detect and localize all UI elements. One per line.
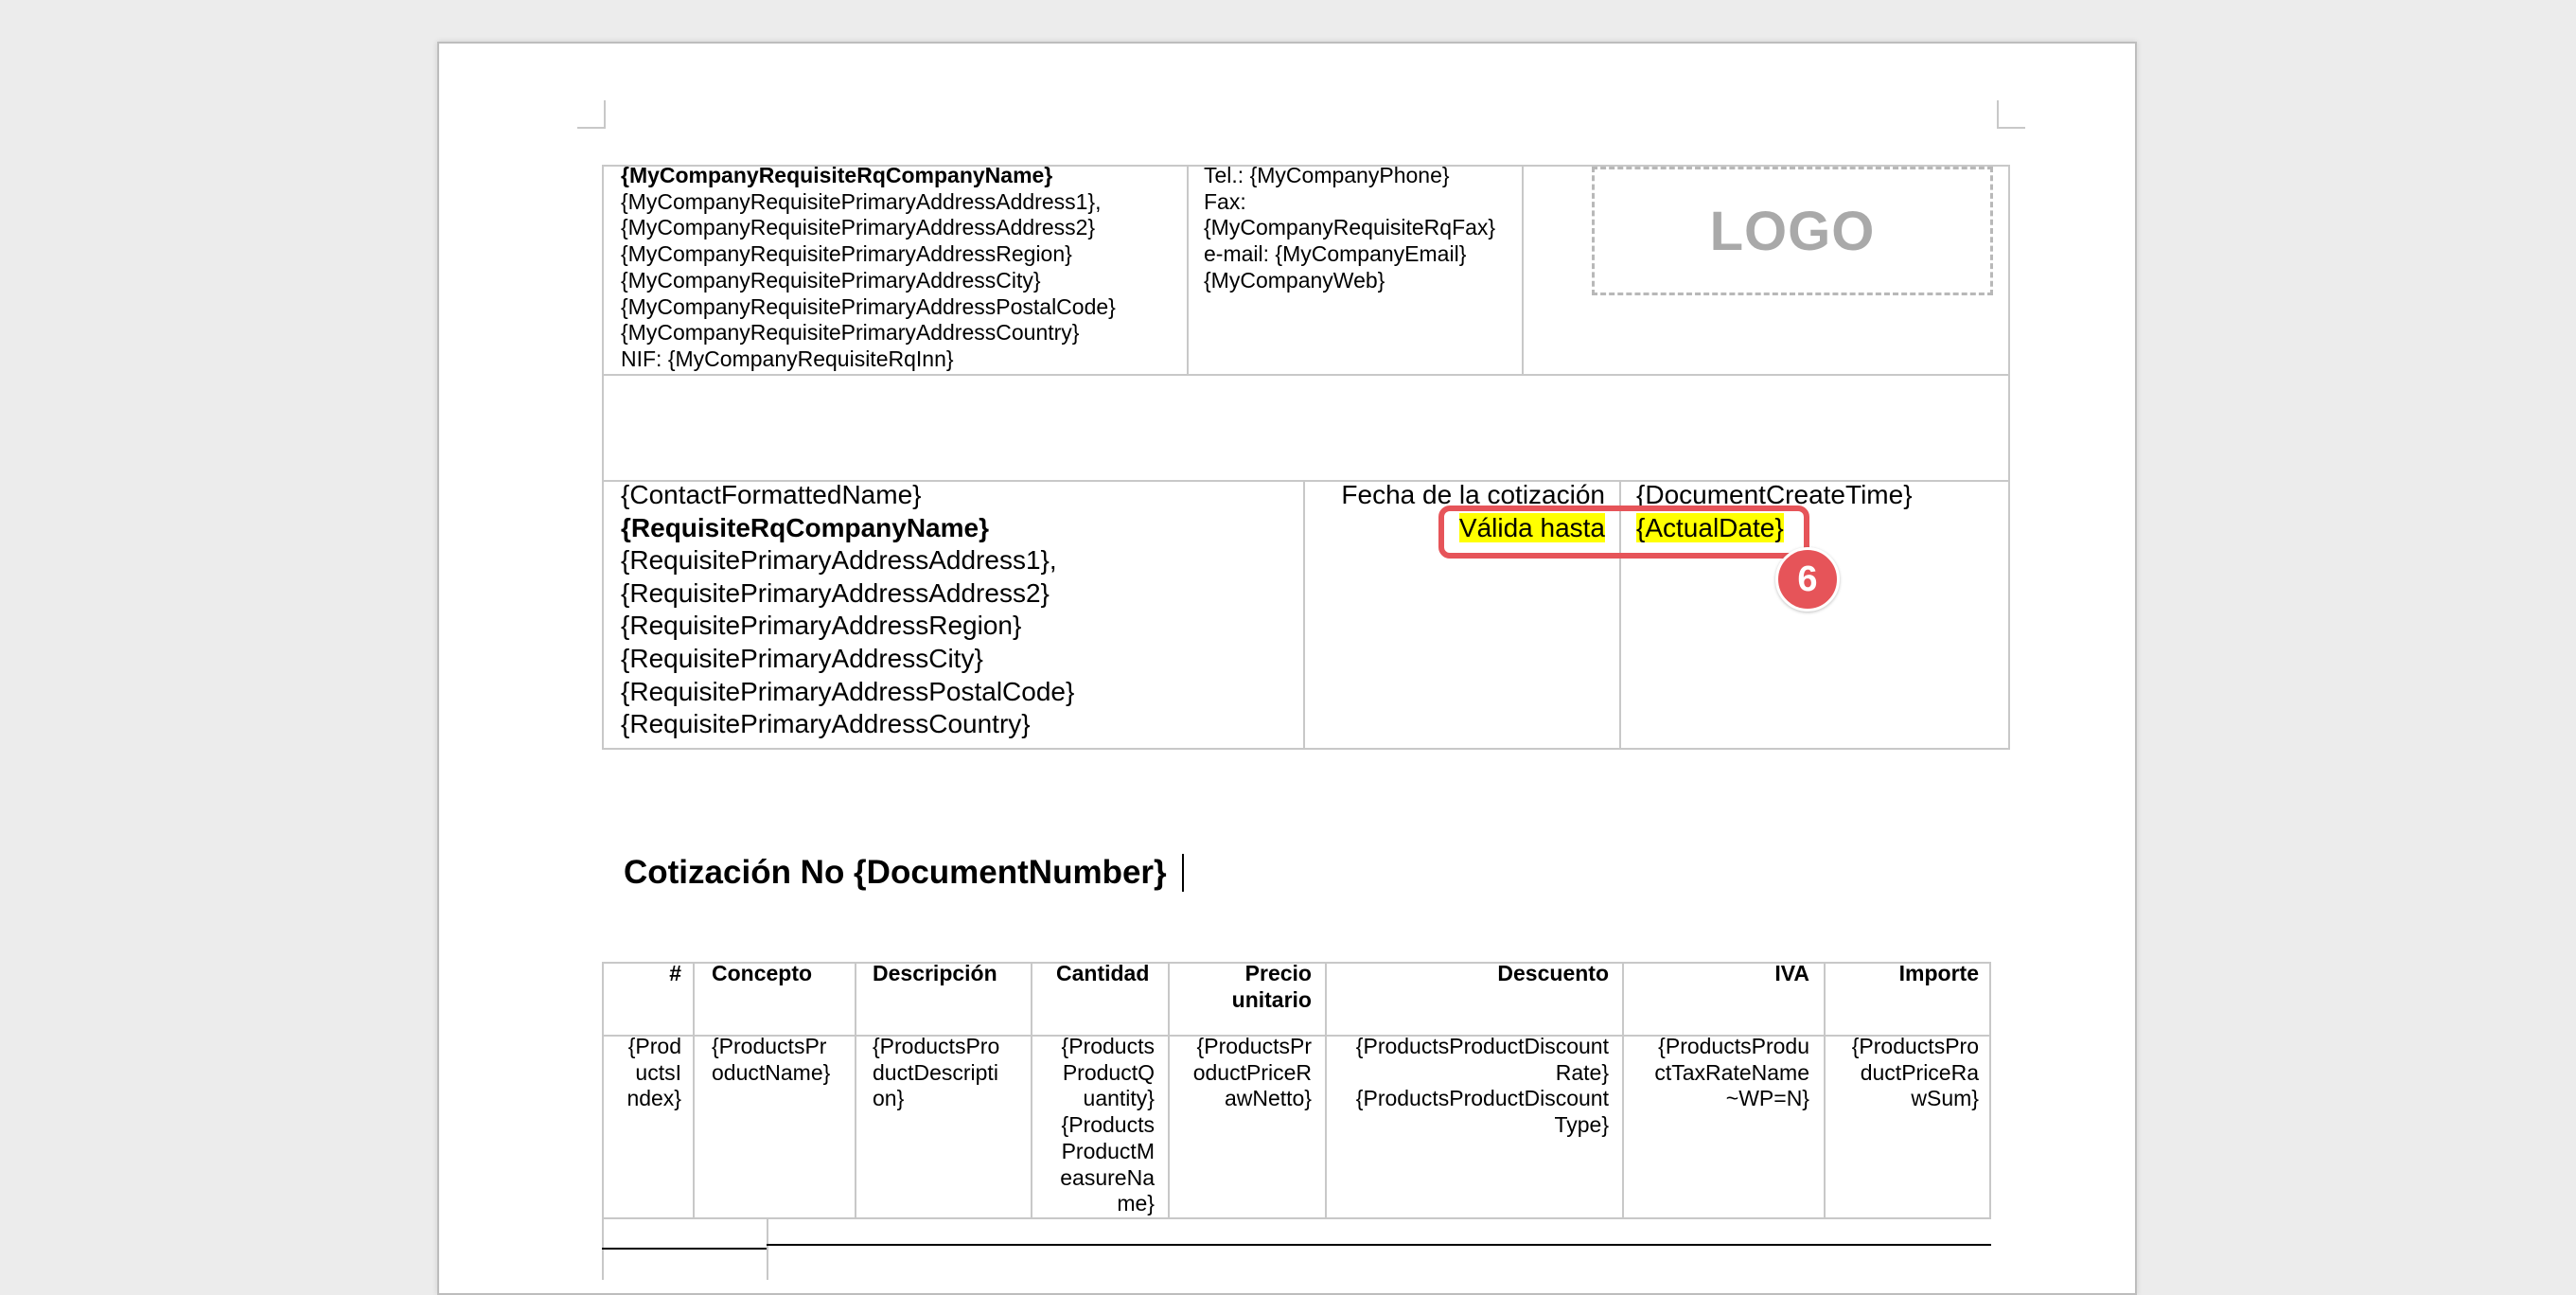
client-address-block: {ContactFormattedName} {RequisiteRqCompa…	[621, 479, 1074, 741]
cell-line: ductDescripti	[873, 1059, 998, 1085]
client-company-name: {RequisiteRqCompanyName}	[621, 512, 989, 542]
cell-line: wSum}	[1911, 1086, 1979, 1111]
client-contact-name: {ContactFormattedName}	[621, 480, 922, 509]
header-divider-2	[1522, 165, 1524, 375]
margin-corner-top-left	[577, 100, 606, 129]
company-address-line: {MyCompanyRequisitePrimaryAddressCity}	[621, 267, 1041, 293]
company-contact-block: Tel.: {MyCompanyPhone} Fax: {MyCompanyRe…	[1204, 163, 1495, 294]
cell-line: Rate}	[1555, 1059, 1609, 1085]
cell-line: {ProductsProductDiscount	[1355, 1086, 1609, 1111]
cell-line: oductName}	[712, 1059, 831, 1085]
cell-amount: {ProductsPro ductPriceRa wSum}	[1826, 1034, 1979, 1112]
client-address-line: {RequisitePrimaryAddressCity}	[621, 643, 983, 673]
company-phone: Tel.: {MyCompanyPhone}	[1204, 163, 1450, 187]
document-title[interactable]: Cotización No {DocumentNumber}	[624, 854, 1167, 892]
cell-line: oductPriceR	[1192, 1059, 1312, 1085]
company-address-line: {MyCompanyRequisitePrimaryAddressRegion}	[621, 241, 1072, 267]
col-header-index: #	[669, 961, 681, 985]
cell-line: easureNa	[1060, 1164, 1155, 1190]
totals-table-divider	[767, 1217, 768, 1280]
company-fax-label: Fax:	[1204, 188, 1246, 214]
margin-corner-top-right	[1997, 100, 2025, 129]
company-fax: {MyCompanyRequisiteRqFax}	[1204, 215, 1496, 240]
cell-line: uctsI	[635, 1059, 681, 1085]
cell-discount: {ProductsProductDiscount Rate} {Products…	[1327, 1034, 1609, 1139]
col-header-discount: Descuento	[1497, 961, 1609, 985]
col-header-description: Descripción	[873, 961, 997, 985]
client-divider-1	[1303, 480, 1305, 750]
client-address-line: {RequisitePrimaryAddressCountry}	[621, 709, 1031, 739]
company-tax-id: NIF: {MyCompanyRequisiteRqInn}	[621, 346, 954, 371]
cell-line: ProductQ	[1062, 1059, 1155, 1085]
col-header-concept: Concepto	[712, 961, 813, 985]
company-web: {MyCompanyWeb}	[1204, 267, 1385, 293]
cell-line: ductPriceRa	[1860, 1059, 1979, 1085]
annotation-highlight-box	[1438, 506, 1809, 559]
cell-line: on}	[873, 1086, 905, 1111]
cell-line: {Products	[1061, 1112, 1155, 1138]
cell-line: {ProductsProdu	[1658, 1034, 1809, 1058]
cell-line: Type}	[1554, 1112, 1609, 1138]
cell-concept: {ProductsPr oductName}	[712, 1034, 830, 1086]
cell-line: me}	[1117, 1191, 1155, 1216]
cell-line: {ProductsPr	[1196, 1034, 1312, 1058]
totals-table-rule	[602, 1248, 767, 1250]
logo-placeholder[interactable]: LOGO	[1592, 167, 1993, 295]
client-address-line: {RequisitePrimaryAddressAddress1},	[621, 545, 1057, 576]
col-divider	[855, 962, 856, 1217]
cell-price: {ProductsPr oductPriceR awNetto}	[1170, 1034, 1312, 1112]
cell-line: ctTaxRateName	[1654, 1059, 1809, 1085]
company-address-line: {MyCompanyRequisitePrimaryAddressAddress…	[621, 188, 1102, 214]
company-name: {MyCompanyRequisiteRqCompanyName}	[621, 163, 1053, 187]
annotation-step-badge: 6	[1775, 547, 1840, 612]
cell-line: uantity}	[1083, 1086, 1155, 1111]
company-address-line: {MyCompanyRequisitePrimaryAddressAddress…	[621, 215, 1096, 240]
cell-line: {ProductsPro	[873, 1034, 1000, 1058]
cell-quantity: {Products ProductQ uantity} {Products Pr…	[1033, 1034, 1155, 1217]
cell-line: {Prod	[627, 1034, 681, 1058]
text-cursor	[1182, 854, 1184, 892]
products-row-divider	[602, 1217, 1991, 1219]
col-header-price: Precio unitario	[1170, 961, 1312, 1013]
col-header-quantity: Cantidad	[1056, 961, 1150, 985]
cell-line: {ProductsProductDiscount	[1355, 1034, 1609, 1058]
cell-index: {Prod uctsI ndex}	[606, 1034, 681, 1112]
col-divider	[693, 962, 695, 1217]
cell-line: {Products	[1061, 1034, 1155, 1058]
col-header-amount: Importe	[1898, 961, 1979, 985]
cell-tax: {ProductsProdu ctTaxRateName ~WP=N}	[1624, 1034, 1809, 1112]
cell-line: ndex}	[626, 1086, 681, 1111]
company-address-block: {MyCompanyRequisiteRqCompanyName} {MyCom…	[621, 163, 1116, 373]
header-divider-1	[1187, 165, 1189, 375]
cell-description: {ProductsPro ductDescripti on}	[873, 1034, 999, 1112]
client-address-line: {RequisitePrimaryAddressPostalCode}	[621, 676, 1075, 706]
company-address-line: {MyCompanyRequisitePrimaryAddressPostalC…	[621, 293, 1116, 319]
col-header-price-line: Precio	[1244, 961, 1312, 985]
company-address-line: {MyCompanyRequisitePrimaryAddressCountry…	[621, 320, 1080, 346]
cell-line: ProductM	[1061, 1138, 1155, 1163]
company-email: e-mail: {MyCompanyEmail}	[1204, 241, 1467, 267]
client-address-line: {RequisitePrimaryAddressAddress2}	[621, 577, 1050, 608]
totals-table-rule	[767, 1244, 1991, 1246]
cell-line: {ProductsPr	[712, 1034, 827, 1058]
client-address-line: {RequisitePrimaryAddressRegion}	[621, 611, 1022, 641]
cell-line: {ProductsPro	[1851, 1034, 1979, 1058]
cell-line: awNetto}	[1224, 1086, 1312, 1111]
col-divider	[1031, 962, 1032, 1217]
header-row-divider-1	[602, 374, 2010, 376]
col-header-price-line: unitario	[1231, 986, 1312, 1012]
col-header-tax: IVA	[1774, 961, 1809, 985]
cell-line: ~WP=N}	[1725, 1086, 1809, 1111]
